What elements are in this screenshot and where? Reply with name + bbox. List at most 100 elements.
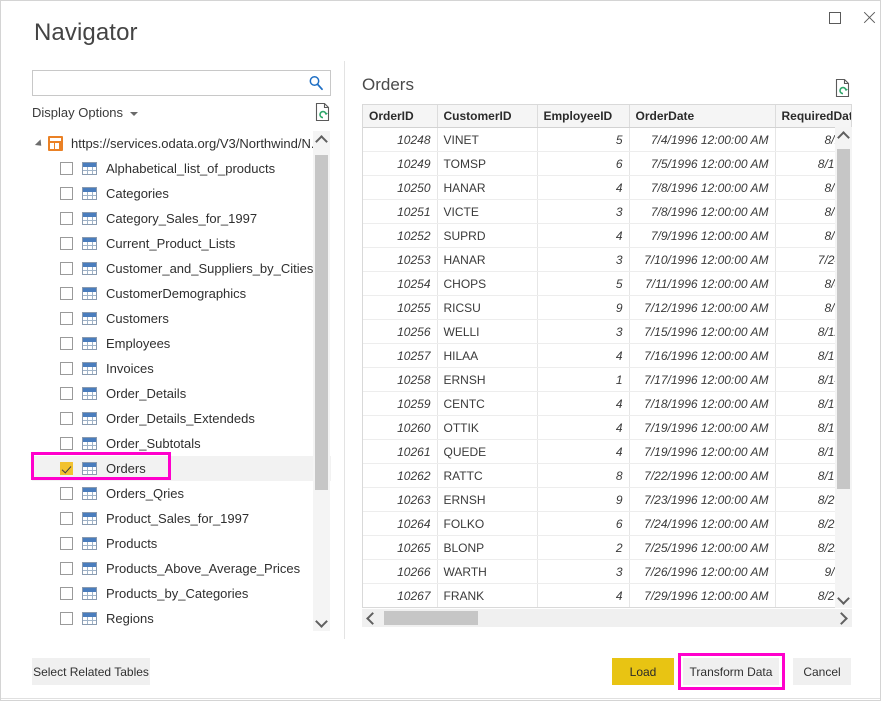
tree-item-orders[interactable]: Orders — [32, 456, 331, 481]
tree-item-products[interactable]: Products — [32, 531, 331, 556]
table-row[interactable]: 10264FOLKO67/24/1996 12:00:00 AM8/21/199 — [363, 511, 851, 536]
tree-item-customer_and_suppliers_by_cities[interactable]: Customer_and_Suppliers_by_Cities — [32, 256, 331, 281]
display-options-dropdown[interactable]: Display Options — [32, 105, 139, 120]
tree-item-customers[interactable]: Customers — [32, 306, 331, 331]
tree-item-checkbox[interactable] — [60, 187, 73, 200]
tree-item-checkbox[interactable] — [60, 287, 73, 300]
transform-data-button[interactable]: Transform Data — [683, 658, 779, 685]
table-row[interactable]: 10268GROSR87/30/1996 12:00:00 AM8/27/199 — [363, 608, 852, 609]
tree-item-category_sales_for_1997[interactable]: Category_Sales_for_1997 — [32, 206, 331, 231]
refresh-preview-icon[interactable] — [834, 78, 852, 98]
table-icon — [82, 562, 97, 575]
preview-hscrollbar-thumb[interactable] — [384, 611, 478, 625]
preview-scroll-left-button[interactable] — [362, 609, 380, 627]
table-row[interactable]: 10251VICTE37/8/1996 12:00:00 AM8/5/199 — [363, 199, 851, 224]
table-row[interactable]: 10263ERNSH97/23/1996 12:00:00 AM8/20/199 — [363, 487, 851, 512]
cancel-button[interactable]: Cancel — [793, 658, 851, 685]
tree-item-checkbox[interactable] — [60, 237, 73, 250]
tree-item-order_subtotals[interactable]: Order_Subtotals — [32, 431, 331, 456]
expander-icon[interactable] — [34, 138, 45, 149]
tree-item-employees[interactable]: Employees — [32, 331, 331, 356]
column-header-customerid[interactable]: CustomerID — [437, 105, 538, 128]
tree-scroll-down-button[interactable] — [313, 614, 330, 631]
table-row[interactable]: 10267FRANK47/29/1996 12:00:00 AM8/26/199 — [363, 583, 851, 607]
load-button[interactable]: Load — [612, 658, 674, 685]
preview-scroll-up-button[interactable] — [835, 127, 852, 144]
tree-root-node[interactable]: https://services.odata.org/V3/Northwind/… — [32, 131, 331, 156]
search-input[interactable] — [33, 71, 305, 95]
tree-item-checkbox[interactable] — [60, 587, 73, 600]
preview-scrollbar-thumb[interactable] — [837, 149, 850, 489]
tree-item-order_details[interactable]: Order_Details — [32, 381, 331, 406]
table-row[interactable]: 10256WELLI37/15/1996 12:00:00 AM8/12/199 — [363, 319, 851, 344]
table-row[interactable]: 10255RICSU97/12/1996 12:00:00 AM8/9/199 — [363, 295, 851, 320]
tree-item-checkbox[interactable] — [60, 537, 73, 550]
column-header-orderid[interactable]: OrderID — [363, 105, 438, 128]
preview-vertical-scrollbar[interactable] — [835, 127, 852, 608]
table-row[interactable]: 10254CHOPS57/11/1996 12:00:00 AM8/8/199 — [363, 271, 851, 296]
search-box[interactable] — [32, 70, 331, 96]
table-cell: WARTH — [437, 559, 538, 584]
tree-item-checkbox[interactable] — [60, 262, 73, 275]
table-row[interactable]: 10259CENTC47/18/1996 12:00:00 AM8/15/199 — [363, 391, 851, 416]
table-row[interactable]: 10262RATTC87/22/1996 12:00:00 AM8/19/199 — [363, 463, 851, 488]
tree-item-checkbox[interactable] — [60, 412, 73, 425]
tree-item-customerdemographics[interactable]: CustomerDemographics — [32, 281, 331, 306]
tree-item-checkbox[interactable] — [60, 512, 73, 525]
table-row[interactable]: 10257HILAA47/16/1996 12:00:00 AM8/13/199 — [363, 343, 851, 368]
column-header-orderdate[interactable]: OrderDate — [629, 105, 776, 128]
tree-item-current_product_lists[interactable]: Current_Product_Lists — [32, 231, 331, 256]
table-row[interactable]: 10253HANAR37/10/1996 12:00:00 AM7/24/199 — [363, 247, 851, 272]
tree-item-product_sales_for_1997[interactable]: Product_Sales_for_1997 — [32, 506, 331, 531]
table-row[interactable]: 10260OTTIK47/19/1996 12:00:00 AM8/16/199 — [363, 415, 851, 440]
tree-item-checkbox[interactable] — [60, 362, 73, 375]
table-row[interactable]: 10248VINET57/4/1996 12:00:00 AM8/1/199 — [363, 127, 851, 152]
tree-item-checkbox[interactable] — [60, 162, 73, 175]
table-cell: 10264 — [363, 511, 438, 536]
tree-item-products_above_average_prices[interactable]: Products_Above_Average_Prices — [32, 556, 331, 581]
tree-item-products_by_categories[interactable]: Products_by_Categories — [32, 581, 331, 606]
table-row[interactable]: 10265BLONP27/25/1996 12:00:00 AM8/22/199 — [363, 535, 851, 560]
tree-item-order_details_extendeds[interactable]: Order_Details_Extendeds — [32, 406, 331, 431]
object-tree[interactable]: https://services.odata.org/V3/Northwind/… — [32, 131, 331, 631]
refresh-preview-icon[interactable] — [314, 102, 332, 122]
tree-item-regions[interactable]: Regions — [32, 606, 331, 631]
table-row[interactable]: 10266WARTH37/26/1996 12:00:00 AM9/6/199 — [363, 559, 851, 584]
tree-item-label: Invoices — [106, 361, 154, 376]
search-icon[interactable] — [307, 74, 325, 92]
preview-scroll-right-button[interactable] — [834, 609, 852, 627]
tree-item-checkbox[interactable] — [60, 312, 73, 325]
table-row[interactable]: 10250HANAR47/8/1996 12:00:00 AM8/5/199 — [363, 175, 851, 200]
tree-item-checkbox[interactable] — [60, 612, 73, 625]
table-row[interactable]: 10261QUEDE47/19/1996 12:00:00 AM8/16/199 — [363, 439, 851, 464]
tree-item-checkbox[interactable] — [60, 562, 73, 575]
tree-vertical-scrollbar[interactable] — [313, 131, 330, 631]
tree-item-checkbox[interactable] — [60, 487, 73, 500]
column-header-employeeid[interactable]: EmployeeID — [537, 105, 630, 128]
table-row[interactable]: 10258ERNSH17/17/1996 12:00:00 AM8/14/199 — [363, 367, 851, 392]
maximize-icon — [829, 12, 841, 24]
tree-item-categories[interactable]: Categories — [32, 181, 331, 206]
table-row[interactable]: 10249TOMSP67/5/1996 12:00:00 AM8/16/199 — [363, 151, 851, 176]
page-title: Navigator — [34, 19, 138, 46]
table-row[interactable]: 10252SUPRD47/9/1996 12:00:00 AM8/6/199 — [363, 223, 851, 248]
tree-item-alphabetical_list_of_products[interactable]: Alphabetical_list_of_products — [32, 156, 331, 181]
tree-item-orders_qries[interactable]: Orders_Qries — [32, 481, 331, 506]
tree-item-checkbox[interactable] — [60, 462, 73, 475]
preview-scroll-down-button[interactable] — [835, 591, 852, 608]
tree-item-checkbox[interactable] — [60, 387, 73, 400]
preview-horizontal-scrollbar[interactable] — [362, 609, 852, 627]
close-button[interactable] — [847, 1, 880, 35]
data-preview-grid[interactable]: OrderID CustomerID EmployeeID OrderDate Requ… — [362, 104, 852, 608]
tree-item-invoices[interactable]: Invoices — [32, 356, 331, 381]
select-related-tables-button[interactable]: Select Related Tables — [32, 658, 150, 685]
tree-item-checkbox[interactable] — [60, 437, 73, 450]
table-cell: 7/16/1996 12:00:00 AM — [629, 343, 776, 368]
table-icon — [82, 237, 97, 250]
tree-scroll-up-button[interactable] — [313, 131, 330, 148]
tree-scrollbar-thumb[interactable] — [315, 155, 328, 490]
tree-item-checkbox[interactable] — [60, 212, 73, 225]
tree-item-label: Product_Sales_for_1997 — [106, 511, 250, 526]
tree-item-checkbox[interactable] — [60, 337, 73, 350]
column-header-requireddate[interactable]: RequiredDate — [775, 105, 851, 128]
